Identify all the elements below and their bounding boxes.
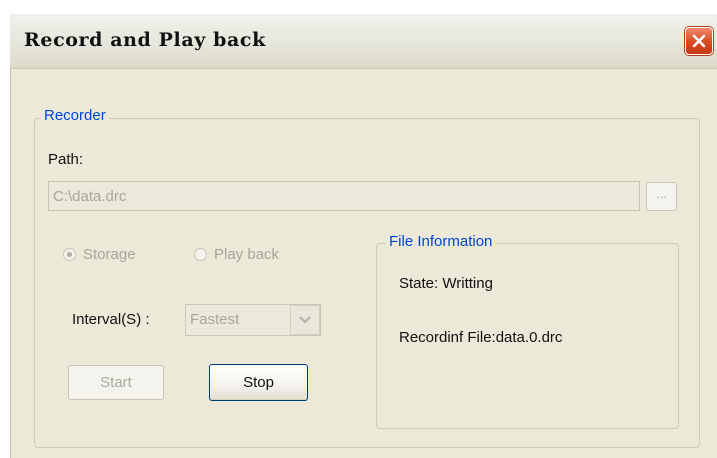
radio-storage[interactable] [63, 248, 76, 261]
title-bar[interactable]: Record and Play back [10, 14, 717, 69]
start-button-label: Start [100, 374, 132, 391]
stop-button-label: Stop [243, 374, 274, 391]
radio-playback-label: Play back [214, 246, 280, 263]
close-icon [692, 34, 706, 48]
chevron-down-icon [299, 316, 311, 324]
path-label: Path: [48, 151, 84, 168]
state-text: State: Writting [399, 275, 493, 292]
radio-storage-dot [67, 252, 72, 257]
path-input[interactable] [48, 181, 640, 211]
recorder-legend: Recorder [41, 107, 109, 124]
radio-storage-label: Storage [83, 246, 136, 263]
start-button[interactable]: Start [68, 365, 164, 400]
browse-button-label: ... [656, 186, 667, 201]
radio-playback[interactable] [194, 248, 207, 261]
dialog-window: Record and Play back Recorder Path: ... … [10, 14, 717, 458]
interval-label: Interval(S) : [72, 311, 150, 328]
dialog-body: Recorder Path: ... Storage Play back Int… [10, 69, 717, 458]
close-button[interactable] [685, 27, 713, 55]
interval-value: Fastest [190, 311, 240, 328]
browse-button[interactable]: ... [646, 182, 677, 211]
window-title: Record and Play back [24, 29, 266, 51]
stop-button[interactable]: Stop [209, 364, 308, 401]
recording-file-text: Recordinf File:data.0.drc [399, 329, 563, 346]
interval-dropdown-button[interactable] [290, 305, 320, 335]
file-info-legend: File Information [386, 233, 496, 250]
